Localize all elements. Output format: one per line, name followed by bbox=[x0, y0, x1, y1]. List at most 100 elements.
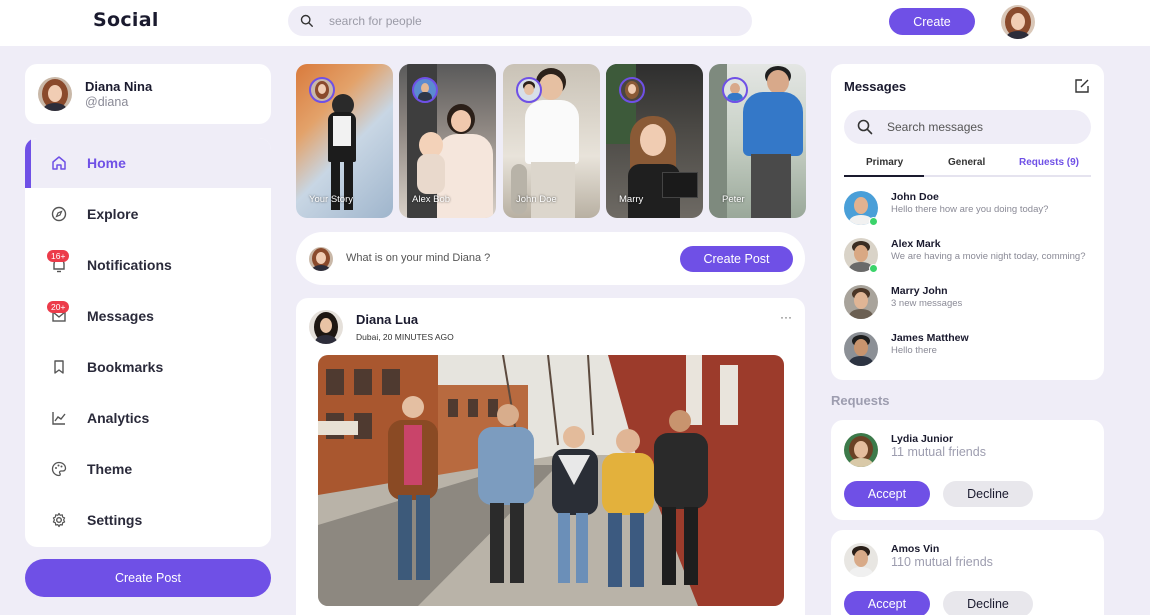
requester-avatar[interactable] bbox=[844, 433, 878, 467]
search-icon bbox=[857, 119, 873, 135]
message-tabs: Primary General Requests (9) bbox=[844, 154, 1091, 178]
search-icon bbox=[300, 14, 313, 27]
app-logo[interactable]: Social bbox=[93, 9, 159, 31]
message-item[interactable]: James Matthew Hello there bbox=[844, 332, 1091, 372]
chart-line-icon bbox=[50, 409, 68, 427]
post-author-avatar[interactable] bbox=[309, 310, 343, 344]
post-author-name[interactable]: Diana Lua bbox=[356, 312, 418, 327]
accept-button[interactable]: Accept bbox=[844, 481, 930, 507]
friend-request-card: Amos Vin 110 mutual friends Accept Decli… bbox=[831, 530, 1104, 615]
bookmark-icon bbox=[50, 358, 68, 376]
sidebar-item-bookmarks[interactable]: Bookmarks bbox=[25, 342, 271, 392]
story-card[interactable]: Alex Bob bbox=[399, 64, 496, 218]
messages-search-bar[interactable] bbox=[844, 110, 1091, 144]
gear-icon bbox=[50, 511, 68, 529]
tab-primary[interactable]: Primary bbox=[866, 157, 903, 168]
accept-button[interactable]: Accept bbox=[844, 591, 930, 615]
top-navbar: Social Create bbox=[0, 0, 1150, 46]
sidebar-item-explore[interactable]: Explore bbox=[25, 189, 271, 239]
decline-button[interactable]: Decline bbox=[943, 481, 1033, 507]
create-button[interactable]: Create bbox=[889, 8, 975, 35]
tab-requests[interactable]: Requests (9) bbox=[1019, 157, 1079, 168]
contact-avatar bbox=[844, 332, 878, 366]
messages-title: Messages bbox=[844, 79, 907, 94]
message-preview: Hello there bbox=[891, 345, 937, 356]
mutual-friends: 11 mutual friends bbox=[891, 445, 986, 459]
story-name: Your Story bbox=[309, 194, 354, 205]
profile-avatar bbox=[38, 77, 72, 111]
requester-name[interactable]: Lydia Junior bbox=[891, 433, 953, 445]
people-search-input[interactable] bbox=[329, 14, 709, 28]
requester-avatar[interactable] bbox=[844, 543, 878, 577]
requester-name[interactable]: Amos Vin bbox=[891, 543, 939, 555]
decline-button[interactable]: Decline bbox=[943, 591, 1033, 615]
tab-general[interactable]: General bbox=[948, 157, 985, 168]
profile-card[interactable]: Diana Nina @diana bbox=[25, 64, 271, 124]
message-preview: 3 new messages bbox=[891, 298, 963, 309]
post-photo-illustration bbox=[318, 355, 784, 606]
sidebar-item-label: Settings bbox=[87, 512, 143, 528]
message-item[interactable]: Alex Mark We are having a movie night to… bbox=[844, 238, 1091, 278]
post-image[interactable] bbox=[318, 355, 784, 606]
sidebar-item-theme[interactable]: Theme bbox=[25, 444, 271, 494]
story-card[interactable]: Your Story bbox=[296, 64, 393, 218]
story-avatar bbox=[516, 77, 542, 103]
sidebar-item-label: Messages bbox=[87, 308, 154, 324]
message-sender: Marry John bbox=[891, 285, 948, 297]
messages-search-input[interactable] bbox=[887, 120, 1077, 134]
composer-input[interactable]: What is on your mind Diana ? bbox=[346, 252, 490, 264]
create-post-button[interactable]: Create Post bbox=[680, 246, 793, 272]
post-composer: What is on your mind Diana ? Create Post bbox=[296, 232, 805, 285]
sidebar-item-home[interactable]: Home bbox=[25, 138, 271, 188]
sidebar-item-notifications[interactable]: 16+ Notifications bbox=[25, 240, 271, 290]
profile-handle: @diana bbox=[85, 95, 129, 109]
palette-icon bbox=[50, 460, 68, 478]
story-name: John Doe bbox=[516, 194, 557, 205]
story-card[interactable]: John Doe bbox=[503, 64, 600, 218]
sidebar-item-label: Notifications bbox=[87, 257, 172, 273]
message-preview: We are having a movie night today, commi… bbox=[891, 251, 1086, 262]
message-sender: John Doe bbox=[891, 191, 939, 203]
profile-name: Diana Nina bbox=[85, 79, 153, 94]
mutual-friends: 110 mutual friends bbox=[891, 555, 993, 569]
feed-post: Diana Lua Dubai, 20 MINUTES AGO ··· bbox=[296, 298, 805, 615]
message-sender: Alex Mark bbox=[891, 238, 941, 250]
sidebar-item-analytics[interactable]: Analytics bbox=[25, 393, 271, 443]
message-sender: James Matthew bbox=[891, 332, 969, 344]
story-avatar bbox=[309, 77, 335, 103]
story-avatar bbox=[619, 77, 645, 103]
people-search-bar[interactable] bbox=[288, 6, 752, 36]
story-card[interactable]: Peter bbox=[709, 64, 806, 218]
user-avatar[interactable] bbox=[1001, 5, 1035, 39]
more-options-icon[interactable]: ··· bbox=[780, 310, 792, 324]
home-icon bbox=[50, 154, 68, 172]
composer-avatar bbox=[309, 247, 333, 271]
message-preview: Hello there how are you doing today? bbox=[891, 204, 1049, 215]
sidebar-item-label: Explore bbox=[87, 206, 139, 222]
story-name: Peter bbox=[722, 194, 745, 205]
friend-request-card: Lydia Junior 11 mutual friends Accept De… bbox=[831, 420, 1104, 520]
story-avatar bbox=[412, 77, 438, 103]
story-card[interactable]: Marry bbox=[606, 64, 703, 218]
sidebar-item-settings[interactable]: Settings bbox=[25, 495, 271, 545]
sidebar-menu: Home Explore 16+ Notifications 20+ Messa… bbox=[25, 138, 271, 547]
requests-heading: Requests bbox=[831, 393, 890, 408]
messages-badge: 20+ bbox=[47, 301, 70, 313]
tab-active-indicator bbox=[844, 175, 924, 177]
sidebar-item-messages[interactable]: 20+ Messages bbox=[25, 291, 271, 341]
sidebar-item-label: Home bbox=[87, 155, 126, 171]
story-name: Marry bbox=[619, 194, 644, 205]
sidebar-create-post-button[interactable]: Create Post bbox=[25, 559, 271, 597]
story-name: Alex Bob bbox=[412, 194, 451, 205]
post-meta: Dubai, 20 MINUTES AGO bbox=[356, 332, 454, 342]
message-item[interactable]: John Doe Hello there how are you doing t… bbox=[844, 191, 1091, 231]
notifications-badge: 16+ bbox=[47, 250, 70, 262]
online-indicator bbox=[869, 264, 878, 273]
sidebar-item-label: Theme bbox=[87, 461, 133, 477]
edit-icon[interactable] bbox=[1074, 78, 1090, 94]
contact-avatar bbox=[844, 285, 878, 319]
messages-panel: Messages Primary General Requests (9) Jo… bbox=[831, 64, 1104, 380]
story-avatar bbox=[722, 77, 748, 103]
online-indicator bbox=[869, 217, 878, 226]
message-item[interactable]: Marry John 3 new messages bbox=[844, 285, 1091, 325]
